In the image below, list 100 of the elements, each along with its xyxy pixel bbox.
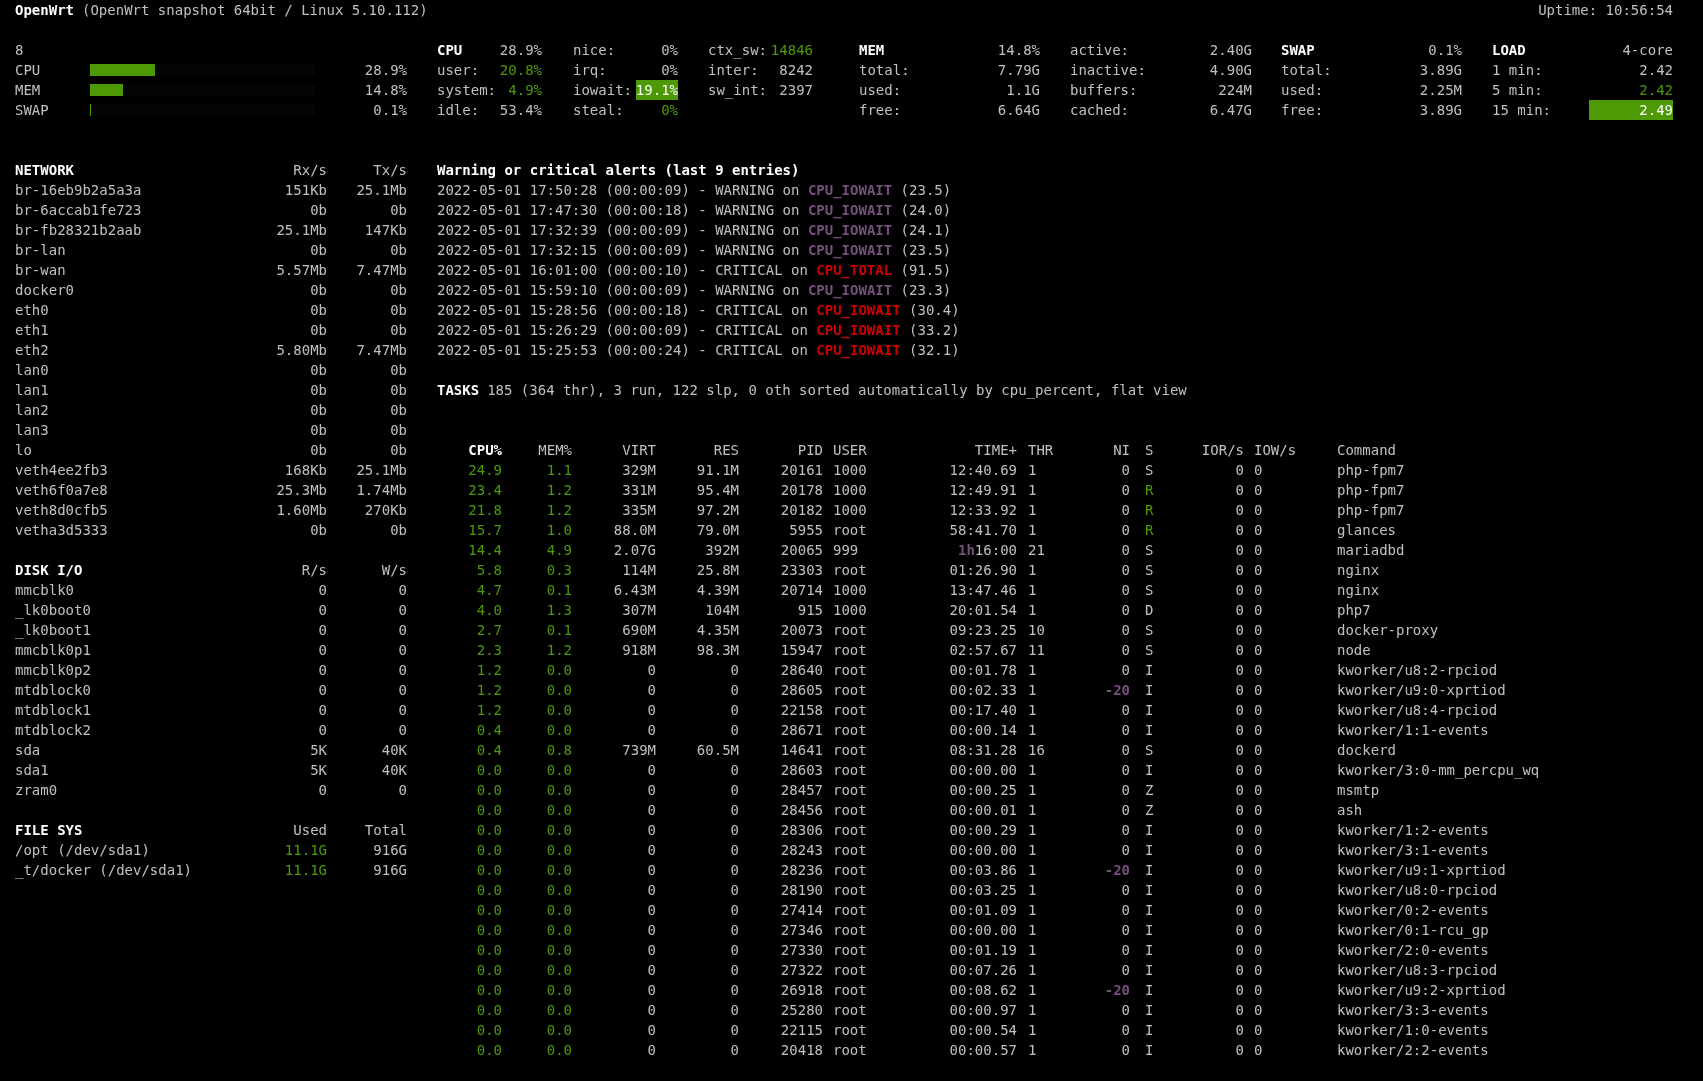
column-header[interactable]: USER: [823, 440, 940, 460]
table-cell-text: 0: [1120, 941, 1130, 960]
table-cell-text: 1: [1027, 681, 1038, 700]
table-cell-text: 1h16:00: [957, 541, 1017, 560]
table-cell-text: 1: [1027, 661, 1038, 680]
table-cell-text: 0.0: [475, 961, 502, 980]
table-cell-text: root: [832, 861, 868, 880]
table-cell-text: 0: [729, 761, 739, 780]
column-header[interactable]: IOW/s: [1244, 440, 1337, 460]
process-command: mariadbd: [1337, 541, 1406, 560]
table-cell-text: 0b: [389, 241, 407, 260]
table-cell-text: 0: [317, 781, 327, 800]
table-cell-text: 916G: [372, 841, 407, 860]
table-cell-text: S: [1144, 581, 1155, 600]
table-cell-text: 28671: [779, 721, 823, 740]
table-cell-text: 0: [1253, 921, 1264, 940]
table-cell-text: 26918: [779, 981, 823, 1000]
table-cell-text: I: [1144, 1021, 1155, 1040]
section-title: DISK I/O: [15, 561, 84, 580]
column-header[interactable]: CPU%: [437, 440, 502, 460]
table-cell-text: 0: [1234, 621, 1244, 640]
table-cell-text: 0.0: [475, 901, 502, 920]
table-cell-text: 25280: [779, 1001, 823, 1020]
table-cell-text: 0: [1120, 1021, 1130, 1040]
table-cell-text: 1: [1027, 861, 1038, 880]
process-command: nginx: [1337, 561, 1381, 580]
table-cell-text: 0: [1253, 721, 1264, 740]
table-cell-text: 20073: [779, 621, 823, 640]
table-cell-text: I: [1144, 941, 1155, 960]
table-cell-text: mtdblock0: [15, 681, 92, 700]
column-header[interactable]: RES: [656, 440, 739, 460]
table-cell-text: 0: [1234, 1001, 1244, 1020]
column-header[interactable]: TIME+: [940, 440, 1017, 460]
process-command: php-fpm7: [1337, 461, 1406, 480]
tasks-summary: 185 (364 thr), 3 run, 122 slp, 0 oth sorted automatically by cpu_percent, flat view: [487, 381, 1187, 400]
table-cell-text: root: [832, 821, 868, 840]
table-cell-text: 916G: [372, 861, 407, 880]
table-cell-text: 1: [1027, 841, 1038, 860]
table-cell-text: root: [832, 781, 868, 800]
table-cell-text: 2.7: [475, 621, 502, 640]
process-command: glances: [1337, 521, 1397, 540]
table-cell-text: root: [832, 681, 868, 700]
table-cell-text: mmcblk0p1: [15, 641, 92, 660]
meter-value: 0.1%: [373, 101, 407, 120]
table-cell-text: 5.80Mb: [275, 341, 327, 360]
column-header[interactable]: NI: [1077, 440, 1130, 460]
table-cell-text: lan2: [15, 401, 50, 420]
table-cell-text: 0: [646, 1021, 656, 1040]
stat-value: 0%: [661, 41, 678, 60]
column-header[interactable]: PID: [739, 440, 823, 460]
table-cell-text: 1: [1027, 581, 1038, 600]
table-cell-text: 12:40.69: [948, 461, 1017, 480]
table-cell-text: R: [1144, 521, 1155, 540]
table-cell-text: 1: [1027, 761, 1038, 780]
process-command: node: [1337, 641, 1372, 660]
stat-value: 224M: [1218, 81, 1252, 100]
process-command: kworker/1:1-events: [1337, 721, 1490, 740]
table-cell-text: 20178: [779, 481, 823, 500]
column-header[interactable]: Command: [1337, 440, 1587, 460]
table-cell-text: 0b: [309, 281, 327, 300]
column-header[interactable]: VIRT: [572, 440, 656, 460]
column-header[interactable]: IOR/s: [1190, 440, 1244, 460]
table-cell-text: 27322: [779, 961, 823, 980]
column-header: Rx/s: [292, 161, 327, 180]
column-header[interactable]: MEM%: [502, 440, 572, 460]
table-cell-text: 27414: [779, 901, 823, 920]
table-cell-text: 0: [729, 1021, 739, 1040]
table-cell-text: 25.3Mb: [275, 481, 327, 500]
table-cell-text: veth4ee2fb3: [15, 461, 109, 480]
meter-label: SWAP: [15, 101, 50, 120]
table-cell-text: 1: [1027, 481, 1038, 500]
column-header: Used: [292, 821, 327, 840]
table-cell-text: 00:00.00: [948, 761, 1017, 780]
table-cell-text: 28640: [779, 661, 823, 680]
table-cell-text: eth0: [15, 301, 50, 320]
table-cell-text: 00:03.86: [948, 861, 1017, 880]
table-cell-text: root: [832, 761, 868, 780]
table-cell-text: 0.0: [545, 881, 572, 900]
process-command: kworker/u8:2-rpciod: [1337, 661, 1499, 680]
section-value: 28.9%: [499, 41, 542, 60]
table-cell-text: 0b: [309, 521, 327, 540]
table-cell-text: 104M: [704, 601, 739, 620]
alert-entry: 2022-05-01 15:59:10 (00:00:09) - WARNING on CPU_IOWAIT (23.3): [437, 281, 953, 300]
table-cell-text: 1000: [832, 481, 868, 500]
table-cell-text: 00:00.01: [948, 801, 1017, 820]
table-cell-text: root: [832, 801, 868, 820]
table-cell-text: 0: [729, 901, 739, 920]
table-cell-text: 0: [317, 681, 327, 700]
column-header[interactable]: THR: [1017, 440, 1077, 460]
column-header[interactable]: S: [1130, 440, 1190, 460]
table-cell-text: S: [1144, 461, 1155, 480]
table-cell-text: 2.07G: [612, 541, 656, 560]
table-cell-text: 0: [1234, 641, 1244, 660]
table-cell-text: 00:01.19: [948, 941, 1017, 960]
process-command: kworker/u9:2-xprtiod: [1337, 981, 1507, 1000]
table-cell-text: 0: [1120, 841, 1130, 860]
table-cell-text: 14641: [779, 741, 823, 760]
table-cell-text: 6.43M: [612, 581, 656, 600]
table-cell-text: _lk0boot1: [15, 621, 92, 640]
stat-value: 2.25M: [1419, 81, 1462, 100]
